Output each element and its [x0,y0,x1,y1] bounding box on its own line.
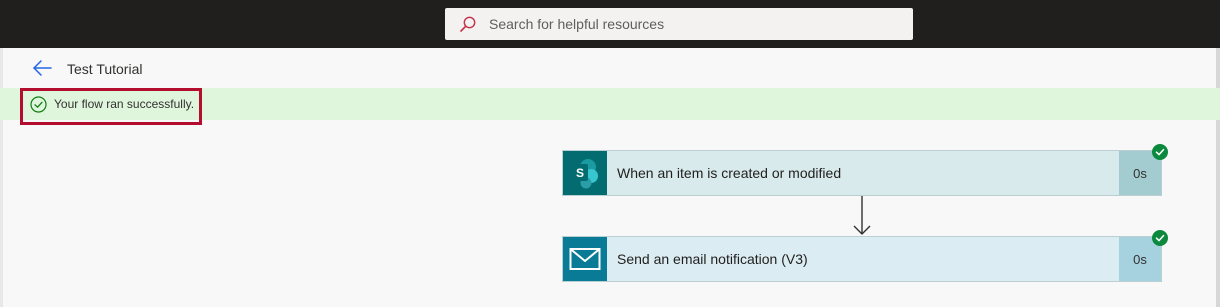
connector-arrow [853,196,871,235]
success-check-icon [30,96,47,113]
search-box[interactable] [445,8,913,40]
search-icon [460,16,476,32]
search-input[interactable] [489,8,899,40]
page-title: Test Tutorial [67,61,143,77]
success-check-icon [1152,144,1168,160]
mail-icon [563,237,607,281]
success-check-icon [1152,230,1168,246]
top-bar [0,0,1220,48]
step-label: When an item is created or modified [617,165,842,181]
flow-step-send-email[interactable]: Send an email notification (V3) 0s [562,236,1162,282]
sharepoint-letter: S [576,166,584,180]
left-edge [0,48,3,307]
back-arrow-icon[interactable] [31,58,53,78]
scrollbar-track[interactable] [1216,48,1220,307]
flow-step-trigger[interactable]: S When an item is created or modified 0s [562,150,1162,196]
step-label: Send an email notification (V3) [617,251,808,267]
success-message: Your flow ran successfully. [54,97,195,111]
sharepoint-icon: S [563,151,607,195]
